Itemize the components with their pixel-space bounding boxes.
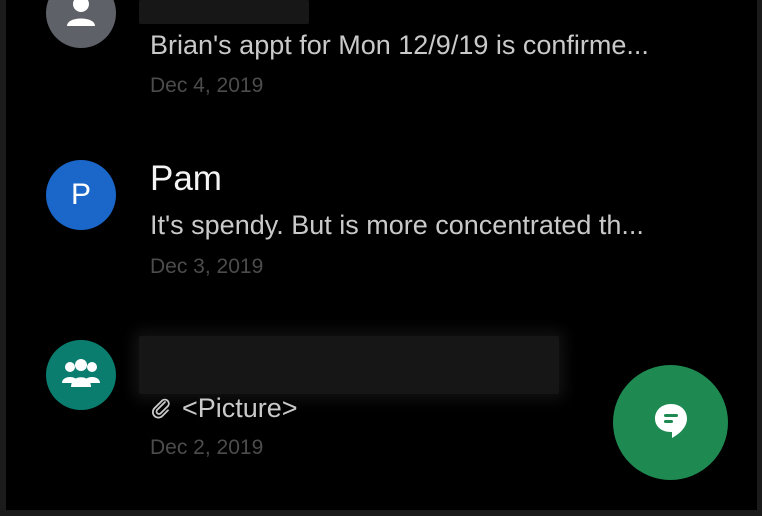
attachment-icon xyxy=(150,394,172,426)
message-snippet: Brian's appt for Mon 12/9/19 is confirme… xyxy=(150,30,649,60)
message-date: Dec 2, 2019 xyxy=(150,436,264,459)
contact-name: Pam xyxy=(150,159,222,198)
redacted-group-name xyxy=(139,336,559,394)
avatar-letter: P xyxy=(70,178,91,211)
conversation-item[interactable]: P Pam It's spendy. But is more concentra… xyxy=(0,150,762,290)
person-icon xyxy=(65,0,97,33)
new-message-icon xyxy=(651,400,691,445)
message-date: Dec 3, 2019 xyxy=(150,255,264,278)
conversation-item[interactable]: Brian's appt for Mon 12/9/19 is confirme… xyxy=(0,0,762,120)
redacted-contact-name xyxy=(139,0,309,24)
avatar xyxy=(46,0,116,48)
message-snippet: It's spendy. But is more concentrated th… xyxy=(150,210,644,240)
group-icon xyxy=(61,358,101,392)
avatar xyxy=(46,340,116,410)
screen-edge-bottom xyxy=(0,510,762,516)
conversation-list-screen: Brian's appt for Mon 12/9/19 is confirme… xyxy=(0,0,762,516)
start-chat-button[interactable] xyxy=(613,365,728,480)
avatar: P xyxy=(46,160,116,230)
message-snippet: <Picture> xyxy=(150,392,298,426)
message-snippet-text: <Picture> xyxy=(182,393,298,423)
message-date: Dec 4, 2019 xyxy=(150,74,264,97)
